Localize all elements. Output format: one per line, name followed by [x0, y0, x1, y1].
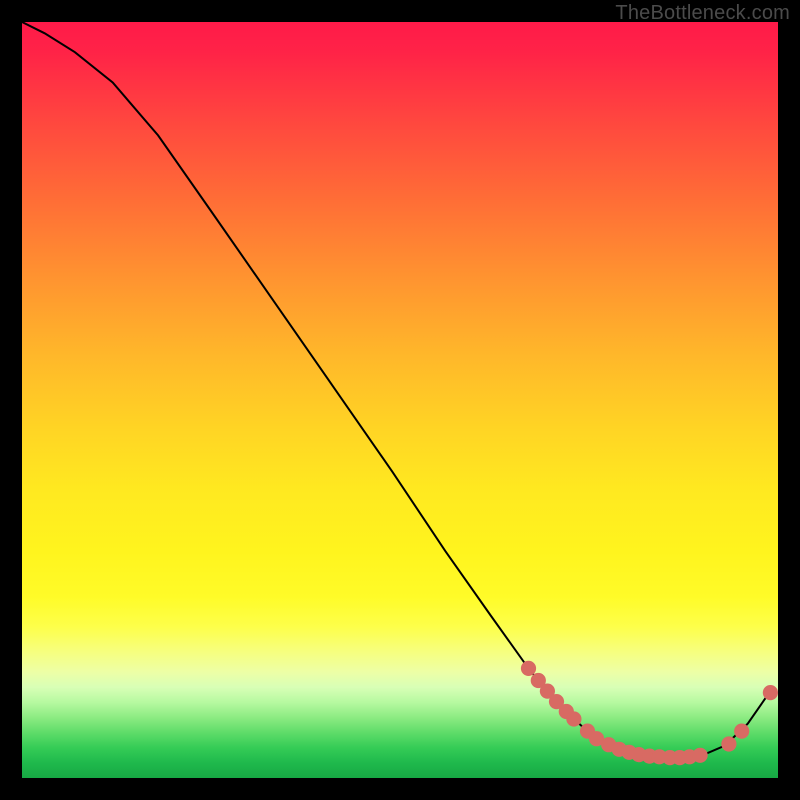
marker-dot: [521, 661, 536, 676]
plot-area: [22, 22, 778, 778]
marker-dot: [734, 724, 749, 739]
marker-dot: [721, 736, 736, 751]
marker-group: [521, 661, 778, 765]
chart-svg: [22, 22, 778, 778]
chart-frame: TheBottleneck.com: [0, 0, 800, 800]
marker-dot: [763, 685, 778, 700]
bottleneck-curve: [22, 22, 770, 758]
marker-dot: [566, 711, 581, 726]
marker-dot: [693, 748, 708, 763]
watermark-text: TheBottleneck.com: [615, 2, 790, 25]
